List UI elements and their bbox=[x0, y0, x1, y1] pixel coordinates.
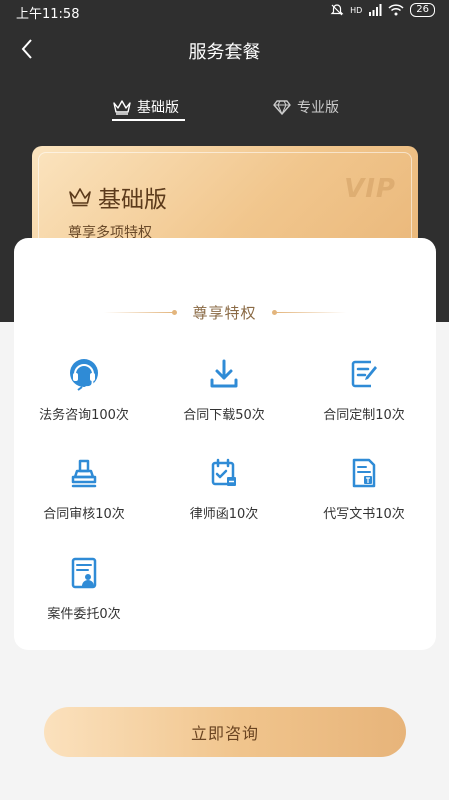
benefit-label: 律师函10次 bbox=[189, 507, 259, 522]
tab-basic[interactable]: 基础版 bbox=[112, 92, 179, 122]
benefit-contract-review[interactable]: 合同审核10次 bbox=[19, 453, 149, 522]
consult-now-button[interactable]: 立即咨询 bbox=[44, 707, 406, 757]
benefit-label: 案件委托0次 bbox=[47, 607, 121, 622]
benefit-document-drafting[interactable]: 代写文书10次 bbox=[299, 453, 429, 522]
vip-card-title: 基础版 bbox=[98, 187, 167, 213]
vip-watermark: VIP bbox=[344, 174, 396, 204]
benefit-lawyer-letter[interactable]: 律师函10次 bbox=[159, 453, 289, 522]
tab-pro-label: 专业版 bbox=[297, 100, 339, 116]
privileges-header: 尊享特权 bbox=[0, 302, 449, 323]
tab-basic-label: 基础版 bbox=[137, 100, 179, 116]
signal-icon bbox=[369, 4, 382, 16]
status-bar: 上午11:58 HD 26 bbox=[0, 0, 449, 22]
vip-title-row: 基础版 bbox=[68, 180, 167, 214]
hd-icon: HD bbox=[350, 5, 363, 15]
crown-icon bbox=[69, 188, 91, 207]
benefit-contract-download[interactable]: 合同下载50次 bbox=[159, 354, 289, 423]
crown-icon bbox=[113, 100, 131, 115]
tab-pro[interactable]: 专业版 bbox=[272, 92, 339, 122]
calendar-check-icon bbox=[204, 453, 244, 493]
active-tab-indicator bbox=[112, 119, 185, 121]
benefit-contract-custom[interactable]: 合同定制10次 bbox=[299, 354, 429, 423]
status-time: 上午11:58 bbox=[16, 7, 80, 22]
benefit-label: 代写文书10次 bbox=[323, 507, 405, 522]
diamond-icon bbox=[273, 100, 291, 115]
benefit-legal-consult[interactable]: 法务咨询100次 bbox=[19, 354, 149, 423]
page-title: 服务套餐 bbox=[188, 42, 261, 63]
battery-icon: 26 bbox=[410, 3, 435, 17]
status-icons: HD 26 bbox=[330, 3, 435, 17]
document-text-icon bbox=[344, 453, 384, 493]
nav-bar: 服务套餐 bbox=[0, 26, 449, 72]
stamp-icon bbox=[64, 453, 104, 493]
header-divider-right bbox=[276, 312, 346, 313]
case-file-icon bbox=[64, 553, 104, 593]
benefit-case-commission[interactable]: 案件委托0次 bbox=[19, 553, 149, 622]
headset-icon bbox=[64, 354, 104, 394]
wifi-icon bbox=[388, 4, 404, 16]
benefit-label: 法务咨询100次 bbox=[39, 408, 129, 423]
download-icon bbox=[204, 354, 244, 394]
edit-document-icon bbox=[344, 354, 384, 394]
privileges-header-title: 尊享特权 bbox=[192, 304, 257, 322]
benefit-label: 合同定制10次 bbox=[323, 408, 405, 423]
bell-muted-icon bbox=[330, 4, 344, 16]
benefit-label: 合同下载50次 bbox=[183, 408, 265, 423]
benefit-label: 合同审核10次 bbox=[43, 507, 125, 522]
